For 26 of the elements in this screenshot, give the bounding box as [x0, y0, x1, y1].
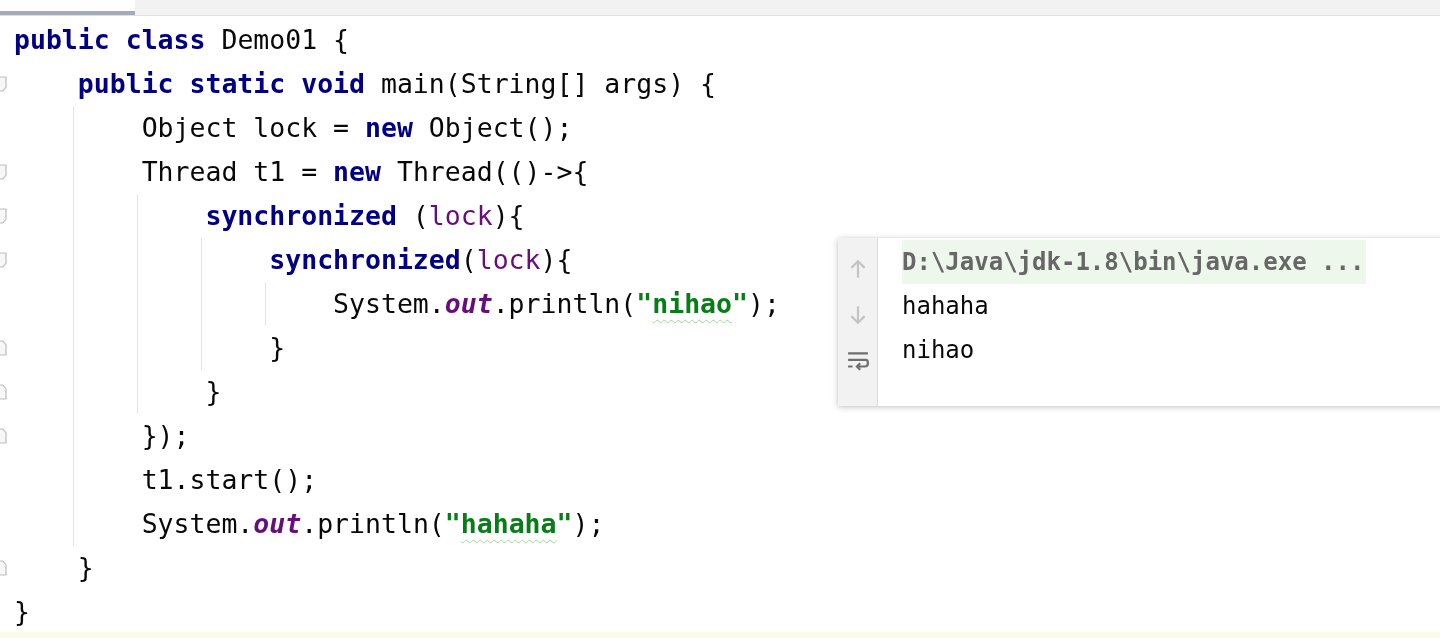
- code-line: Thread t1 = new Thread(()->{: [140, 155, 589, 189]
- code-line: public class Demo01 {: [14, 23, 350, 57]
- fold-icon[interactable]: [0, 164, 8, 180]
- fold-icon[interactable]: [0, 252, 8, 268]
- editor-tab[interactable]: [0, 0, 135, 15]
- console-line: hahaha: [902, 291, 990, 322]
- code-line: }: [14, 595, 30, 629]
- code-line: public static void main(String[] args) {: [76, 67, 716, 101]
- code-line: }: [76, 551, 94, 585]
- code-line: }: [268, 331, 286, 365]
- code-line: System.out.println("hahaha");: [140, 507, 605, 541]
- code-line: });: [140, 419, 190, 453]
- soft-wrap-icon[interactable]: [846, 350, 869, 372]
- code-line: t1.start();: [140, 463, 318, 497]
- code-line: System.out.println("nihao");: [332, 287, 780, 321]
- code-line: synchronized (lock){: [204, 199, 525, 233]
- code-line: synchronized(lock){: [268, 243, 573, 277]
- fold-icon[interactable]: [0, 560, 8, 576]
- fold-icon[interactable]: [0, 428, 8, 444]
- code-line: }: [204, 375, 222, 409]
- fold-icon[interactable]: [0, 76, 8, 92]
- fold-icon[interactable]: [0, 340, 8, 356]
- code-line: Object lock = new Object();: [140, 111, 573, 145]
- fold-icon[interactable]: [0, 208, 8, 224]
- console-line: nihao: [902, 335, 976, 366]
- fold-icon[interactable]: [0, 384, 8, 400]
